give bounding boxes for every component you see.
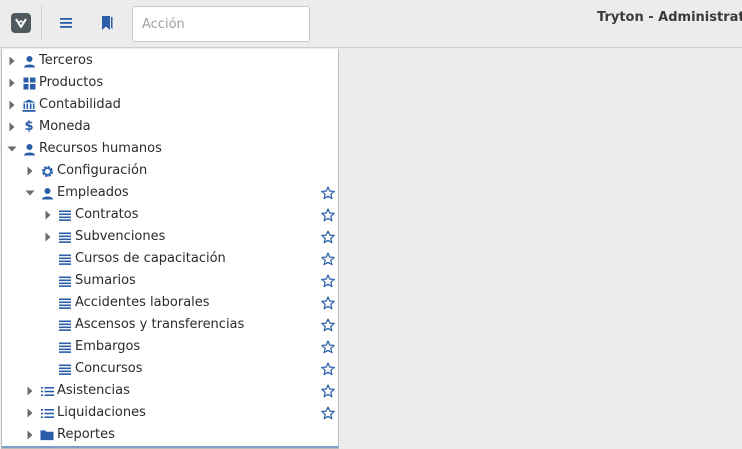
tryton-window: Tryton - Administrator Terceros Productos…: [0, 0, 742, 449]
toolbar-separator: [41, 6, 42, 40]
toolbar: Tryton - Administrator: [0, 0, 742, 48]
favorite-star-icon[interactable]: [320, 339, 336, 355]
expander-collapsed-icon[interactable]: [25, 386, 35, 396]
tree-item-label: Sumarios: [75, 273, 136, 288]
tree-row-asistencias[interactable]: Asistencias: [2, 380, 338, 402]
tree-row-accidentes-laborales[interactable]: Accidentes laborales: [2, 292, 338, 314]
tree-item-label: Productos: [39, 75, 104, 90]
gear-icon: [40, 164, 54, 178]
tree-item-label: Contratos: [75, 207, 139, 222]
list-icon: [58, 252, 72, 266]
expander-collapsed-icon[interactable]: [25, 166, 35, 176]
tree-row-reportes[interactable]: Reportes: [2, 424, 338, 446]
person-icon: [22, 142, 36, 156]
tryton-logo-icon: [11, 13, 31, 33]
favorite-star-icon[interactable]: [320, 295, 336, 311]
tree-item-label: Reportes: [57, 427, 115, 442]
menu-tree: Terceros Productos Contabilidad $ Moneda Recu…: [1, 49, 339, 449]
tree-row-subvenciones[interactable]: Subvenciones: [2, 226, 338, 248]
tree-row-recursos-humanos[interactable]: Recursos humanos: [2, 138, 338, 160]
favorite-star-icon[interactable]: [320, 383, 336, 399]
list-icon: [58, 362, 72, 376]
list-icon: [58, 296, 72, 310]
favorite-star-icon[interactable]: [320, 405, 336, 421]
tree-row-ascensos-y-transferencias[interactable]: Ascensos y transferencias: [2, 314, 338, 336]
tree-item-label: Contabilidad: [39, 97, 121, 112]
tree-row-terceros[interactable]: Terceros: [2, 50, 338, 72]
list-icon: [58, 340, 72, 354]
favorite-star-icon[interactable]: [320, 207, 336, 223]
person-icon: [40, 186, 54, 200]
hamburger-icon: [60, 18, 72, 28]
tree-bottom-border: [2, 446, 338, 448]
person-icon: [22, 54, 36, 68]
tree-row-sumarios[interactable]: Sumarios: [2, 270, 338, 292]
main-content-area: [341, 49, 742, 449]
tryton-logo-button[interactable]: [6, 8, 36, 38]
tree-item-label: Asistencias: [57, 383, 130, 398]
favorite-star-icon[interactable]: [320, 251, 336, 267]
tree-row-liquidaciones[interactable]: Liquidaciones: [2, 402, 338, 424]
expander-collapsed-icon[interactable]: [7, 56, 17, 66]
tree-row-cursos-de-capacitacion[interactable]: Cursos de capacitación: [2, 248, 338, 270]
expander-collapsed-icon[interactable]: [43, 232, 53, 242]
favorite-star-icon[interactable]: [320, 317, 336, 333]
favorites-button[interactable]: [92, 8, 122, 38]
expander-collapsed-icon[interactable]: [43, 210, 53, 220]
tree-item-label: Configuración: [57, 163, 148, 178]
expander-expanded-icon[interactable]: [7, 144, 17, 154]
bank-icon: [22, 98, 36, 112]
bullet-list-icon: [40, 406, 54, 420]
menu-toggle-button[interactable]: [51, 8, 81, 38]
tree-item-label: Cursos de capacitación: [75, 251, 226, 266]
expander-collapsed-icon[interactable]: [25, 408, 35, 418]
tree-item-label: Terceros: [39, 53, 93, 68]
list-icon: [58, 274, 72, 288]
dollar-icon: $: [24, 119, 34, 134]
tree-row-contabilidad[interactable]: Contabilidad: [2, 94, 338, 116]
tree-item-label: Accidentes laborales: [75, 295, 210, 310]
tree-row-embargos[interactable]: Embargos: [2, 336, 338, 358]
folder-icon: [40, 428, 54, 442]
list-icon: [58, 230, 72, 244]
tree-row-configuracion[interactable]: Configuración: [2, 160, 338, 182]
tree-row-concursos[interactable]: Concursos: [2, 358, 338, 380]
tree-item-label: Recursos humanos: [39, 141, 162, 156]
expander-collapsed-icon[interactable]: [7, 122, 17, 132]
grid-icon: [22, 76, 36, 90]
list-icon: [58, 208, 72, 222]
favorite-star-icon[interactable]: [320, 185, 336, 201]
bullet-list-icon: [40, 384, 54, 398]
tree-item-label: Subvenciones: [75, 229, 166, 244]
tree-item-label: Empleados: [57, 185, 129, 200]
expander-collapsed-icon[interactable]: [25, 430, 35, 440]
list-icon: [58, 318, 72, 332]
favorite-star-icon[interactable]: [320, 229, 336, 245]
bookmark-icon: [102, 16, 113, 30]
tree-item-label: Embargos: [75, 339, 141, 354]
favorite-star-icon[interactable]: [320, 361, 336, 377]
tree-row-moneda[interactable]: $ Moneda: [2, 116, 338, 138]
tree-row-empleados[interactable]: Empleados: [2, 182, 338, 204]
tree-row-productos[interactable]: Productos: [2, 72, 338, 94]
tree-item-label: Ascensos y transferencias: [75, 317, 245, 332]
expander-expanded-icon[interactable]: [25, 188, 35, 198]
expander-collapsed-icon[interactable]: [7, 100, 17, 110]
tree-item-label: Moneda: [39, 119, 91, 134]
tree-item-label: Liquidaciones: [57, 405, 146, 420]
tree-item-label: Concursos: [75, 361, 143, 376]
favorite-star-icon[interactable]: [320, 273, 336, 289]
window-title: Tryton - Administrator: [597, 10, 742, 25]
tree-row-contratos[interactable]: Contratos: [2, 204, 338, 226]
action-search-input[interactable]: [132, 6, 310, 42]
expander-collapsed-icon[interactable]: [7, 78, 17, 88]
